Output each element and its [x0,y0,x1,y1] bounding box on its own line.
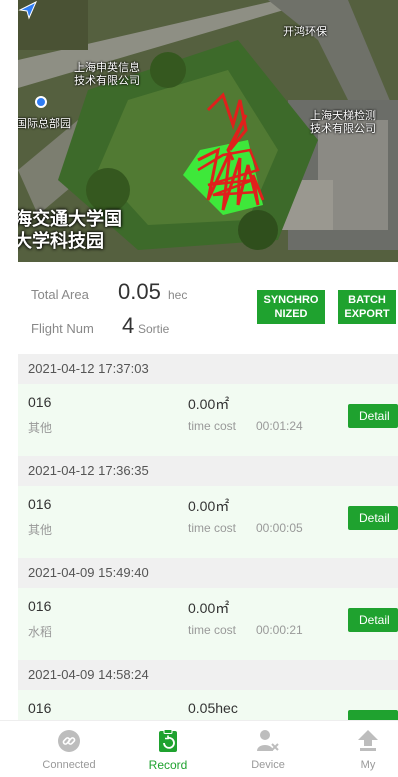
nav-label: Device [251,759,285,771]
record-area: 0.00㎡ [188,396,230,412]
total-area-value: 0.05 [118,279,161,304]
record-date: 2021-04-12 17:37:03 [18,354,398,384]
compass-icon[interactable] [18,0,38,20]
record-list[interactable]: 2021-04-12 17:37:03 016 其他 0.00㎡ time co… [18,354,398,720]
record-row: 016 其他 0.00㎡ time cost 00:01:24 Detail [18,384,398,456]
record-area: 0.00㎡ [188,600,230,616]
link-icon [58,730,80,752]
nav-connected[interactable]: Connected [19,721,119,777]
device-icon [257,730,279,751]
map-campus-label: 海交通大学国 大学科技园 [18,209,122,251]
record-area: 0.05hec [188,700,238,716]
summary-panel: Total Area 0.05 hec Flight Num 4 Sortie … [0,262,398,354]
map-view[interactable]: 开鸿环保 上海申英信息 技术有限公司 上海天梯检测 技术有限公司 国际总部园 海… [18,0,398,262]
nav-label: Connected [42,759,96,771]
bottom-nav: Connected Record Device My [0,720,398,777]
synchronized-button[interactable]: SYNCHRO NIZED [257,290,325,324]
nav-label: My [360,759,376,771]
total-area-unit: hec [168,288,188,302]
record-date: 2021-04-12 17:36:35 [18,456,398,486]
nav-label: Record [148,758,188,772]
time-cost-label: time cost [188,521,237,535]
record-date: 2021-04-09 15:49:40 [18,558,398,588]
record-id: 016 [28,598,52,614]
record-crop: 其他 [28,523,53,537]
record-row: 016 其他 0.00㎡ time cost 00:00:05 Detail [18,486,398,558]
time-cost-value: 00:01:24 [256,419,303,433]
upload-icon [358,730,378,751]
record-area: 0.00㎡ [188,498,230,514]
detail-button[interactable]: Detail [348,404,398,428]
record-id: 016 [28,700,52,716]
nav-device[interactable]: Device [218,721,318,777]
flight-num-unit: Sortie [138,322,170,336]
detail-button[interactable]: Detail [348,506,398,530]
record-date: 2021-04-09 14:58:24 [18,660,398,690]
map-label: 上海天梯检测 技术有限公司 [310,110,376,135]
flight-num-value: 4 [122,313,135,338]
detail-button[interactable]: Detail [348,608,398,632]
time-cost-value: 00:00:21 [256,623,303,637]
detail-button[interactable] [348,710,398,720]
record-crop: 水稻 [28,625,53,639]
map-pin-icon [35,96,47,108]
record-id: 016 [28,394,52,410]
time-cost-label: time cost [188,419,237,433]
total-area-label: Total Area [31,287,89,302]
record-row: 016 水稻 0.00㎡ time cost 00:00:21 Detail [18,588,398,660]
time-cost-label: time cost [188,623,237,637]
time-cost-value: 00:00:05 [256,521,303,535]
flight-num-label: Flight Num [31,321,94,336]
batch-export-button[interactable]: BATCH EXPORT [338,290,396,324]
map-label: 国际总部园 [18,118,71,130]
nav-record[interactable]: Record [118,721,218,777]
record-crop: 其他 [28,421,53,435]
record-row: 016 0.05hec [18,690,398,720]
map-label: 开鸿环保 [283,26,327,38]
nav-my[interactable]: My [318,721,398,777]
record-id: 016 [28,496,52,512]
clipboard-icon [159,729,177,752]
map-label: 上海申英信息 技术有限公司 [74,62,140,87]
